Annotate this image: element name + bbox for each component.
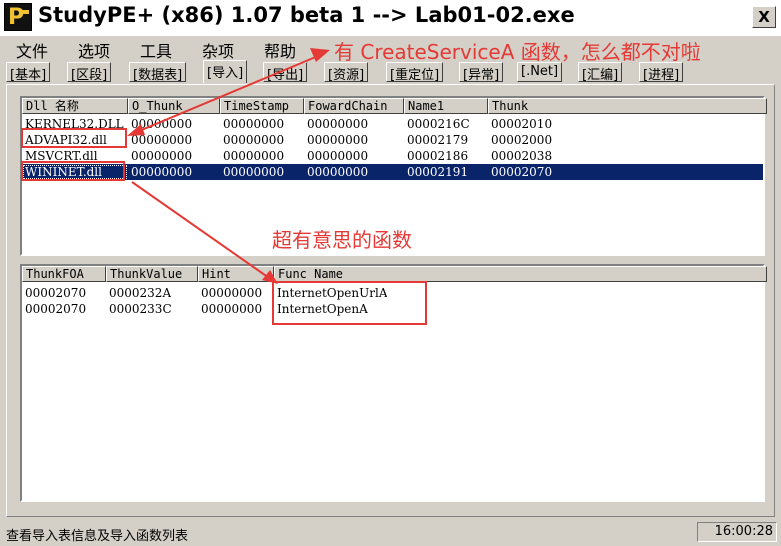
- o-thunk: 00000000: [131, 165, 193, 179]
- table-row[interactable]: MSVCRT.dll 00000000 00000000 00000000 00…: [22, 148, 763, 164]
- thunk-value: 0000232A: [109, 286, 172, 300]
- o-thunk: 00000000: [131, 133, 193, 147]
- thunk: 00002038: [491, 149, 553, 163]
- window-title: StudyPE+ (x86) 1.07 beta 1 --> Lab01-02.…: [38, 3, 575, 27]
- highlight-box-functions: [272, 281, 427, 325]
- o-thunk: 00000000: [131, 117, 193, 131]
- table-row[interactable]: KERNEL32.DLL 00000000 00000000 00000000 …: [22, 116, 763, 132]
- fowardchain: 00000000: [307, 117, 369, 131]
- status-bar: 查看导入表信息及导入函数列表 16:00:28: [0, 520, 781, 546]
- menu-options[interactable]: 选项: [78, 38, 110, 62]
- column-fowardchain[interactable]: FowardChain: [304, 98, 404, 114]
- hint: 00000000: [201, 302, 263, 316]
- fowardchain: 00000000: [307, 133, 369, 147]
- status-time: 16:00:28: [697, 522, 777, 542]
- o-thunk: 00000000: [131, 149, 193, 163]
- close-button[interactable]: X: [752, 6, 776, 28]
- menu-help[interactable]: 帮助: [264, 38, 296, 62]
- highlight-box-advapi32: [21, 128, 127, 148]
- highlight-box-wininet: [21, 161, 125, 181]
- annotation-top: 有 CreateServiceA 函数，怎么都不对啦: [334, 40, 701, 64]
- thunk: 00002070: [491, 165, 553, 179]
- fowardchain: 00000000: [307, 165, 369, 179]
- column-func-name[interactable]: Func Name: [274, 266, 767, 282]
- tab-exceptions[interactable]: [异常]: [459, 62, 504, 83]
- studype-logo-icon[interactable]: P: [4, 3, 32, 31]
- table-row-selected[interactable]: WININET.dll 00000000 00000000 00000000 0…: [22, 164, 763, 180]
- timestamp: 00000000: [223, 117, 285, 131]
- table-row[interactable]: ADVAPI32.dll 00000000 00000000 00000000 …: [22, 132, 763, 148]
- tab-basic[interactable]: [基本]: [6, 62, 51, 83]
- name1: 00002191: [407, 165, 469, 179]
- column-thunkfoa[interactable]: ThunkFOA: [22, 266, 106, 282]
- hint: 00000000: [201, 286, 263, 300]
- tab-process[interactable]: [进程]: [639, 62, 684, 83]
- column-hint[interactable]: Hint: [198, 266, 274, 282]
- annotation-middle: 超有意思的函数: [272, 228, 412, 252]
- tab-assembly[interactable]: [汇编]: [578, 62, 623, 83]
- column-timestamp[interactable]: TimeStamp: [220, 98, 304, 114]
- name1: 00002179: [407, 133, 469, 147]
- tab-import[interactable]: [导入]: [203, 60, 248, 83]
- column-name1[interactable]: Name1: [404, 98, 488, 114]
- timestamp: 00000000: [223, 165, 285, 179]
- tab-strip: [基本] [区段] [数据表] [导入] [导出] [资源] [重定位] [异常…: [6, 60, 706, 84]
- timestamp: 00000000: [223, 133, 285, 147]
- tab-resources[interactable]: [资源]: [324, 62, 369, 83]
- tab-relocation[interactable]: [重定位]: [386, 62, 444, 83]
- menu-tools[interactable]: 工具: [140, 38, 172, 62]
- thunk-foa: 00002070: [25, 286, 87, 300]
- thunk-foa: 00002070: [25, 302, 87, 316]
- menu-file[interactable]: 文件: [16, 38, 48, 62]
- tab-export[interactable]: [导出]: [263, 62, 308, 83]
- status-text: 查看导入表信息及导入函数列表: [6, 529, 189, 544]
- thunk: 00002000: [491, 133, 553, 147]
- name1: 0000216C: [407, 117, 470, 131]
- column-o-thunk[interactable]: O_Thunk: [128, 98, 220, 114]
- tab-dotnet[interactable]: [.Net]: [517, 62, 563, 82]
- column-thunkvalue[interactable]: ThunkValue: [106, 266, 198, 282]
- fowardchain: 00000000: [307, 149, 369, 163]
- timestamp: 00000000: [223, 149, 285, 163]
- column-dll-name[interactable]: Dll 名称: [22, 98, 128, 114]
- thunk: 00002010: [491, 117, 553, 131]
- menu-misc[interactable]: 杂项: [202, 38, 234, 62]
- column-thunk[interactable]: Thunk: [488, 98, 767, 114]
- name1: 00002186: [407, 149, 469, 163]
- tab-datatable[interactable]: [数据表]: [129, 62, 187, 83]
- thunk-value: 0000233C: [109, 302, 172, 316]
- title-bar: P StudyPE+ (x86) 1.07 beta 1 --> Lab01-0…: [0, 0, 781, 36]
- tab-sections[interactable]: [区段]: [67, 62, 112, 83]
